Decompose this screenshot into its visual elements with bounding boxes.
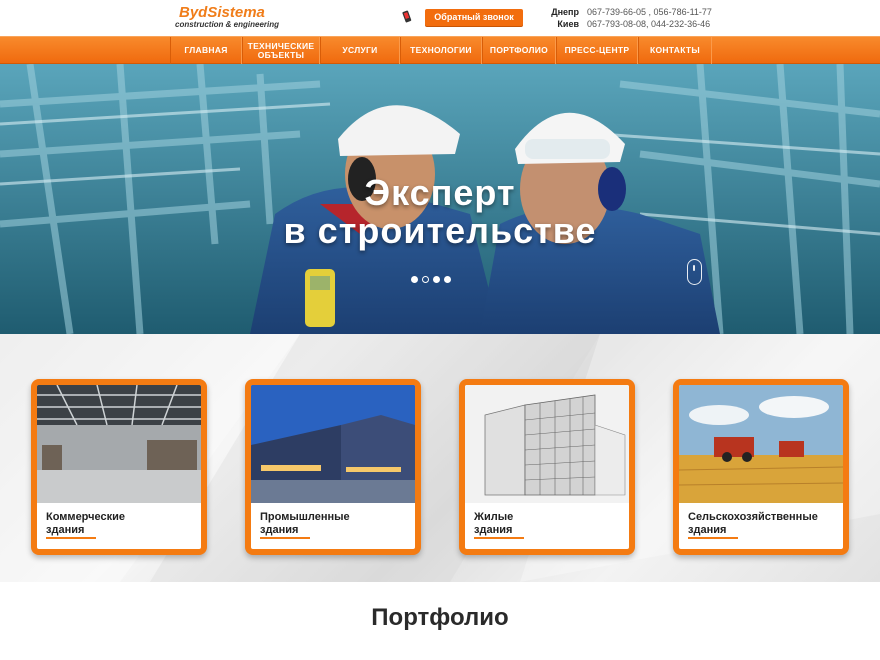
contact-row-kyiv: Киев 067-793-08-08, 044-232-36-46: [545, 18, 712, 30]
nav-item-home[interactable]: Главная: [170, 37, 242, 64]
categories-section: Коммерческие здания Промышленные здания: [0, 334, 880, 582]
slider-pagination: [411, 276, 451, 283]
callback-button[interactable]: Обратный звонок: [425, 9, 523, 26]
category-card-residential[interactable]: Жилые здания: [459, 379, 635, 555]
category-card-agricultural[interactable]: Сельскохозяйственные здания: [673, 379, 849, 555]
accent-underline: [688, 537, 738, 539]
contact-city: Днепр: [551, 7, 579, 17]
contact-phones[interactable]: 067-793-08-08, 044-232-36-46: [587, 18, 710, 30]
accent-underline: [474, 537, 524, 539]
nav-item-technologies[interactable]: Технологии: [400, 37, 482, 64]
slider-dot[interactable]: [433, 276, 440, 283]
category-label: Коммерческие здания: [46, 511, 125, 537]
logo-main-text: BydSistema: [179, 4, 265, 21]
category-label: Сельскохозяйственные здания: [688, 511, 818, 537]
phone-icon: [402, 10, 412, 23]
logo-subtitle: construction & engineering: [175, 20, 280, 29]
accent-underline: [46, 537, 96, 539]
nav-item-portfolio[interactable]: Портфолио: [482, 37, 556, 64]
category-label: Промышленные здания: [260, 511, 350, 537]
main-nav: Главная Технические объекты Услуги Техно…: [0, 36, 880, 64]
portfolio-section: Портфолио: [0, 582, 880, 660]
category-label-line1: Жилые: [474, 511, 514, 523]
contact-phones[interactable]: 067-739-66-05 , 056-786-11-77: [587, 6, 712, 18]
industrial-building-image: [251, 385, 415, 503]
hero-title-line2: в строительстве: [283, 210, 597, 251]
warehouse-image: [37, 385, 201, 503]
accent-underline: [260, 537, 310, 539]
category-label-line2: здания: [260, 524, 299, 536]
contact-row-dnipro: Днепр 067-739-66-05 , 056-786-11-77: [545, 6, 712, 18]
portfolio-heading: Портфолио: [371, 604, 509, 631]
nav-item-press-center[interactable]: Пресс-центр: [556, 37, 638, 64]
category-label: Жилые здания: [474, 511, 513, 537]
category-card-industrial[interactable]: Промышленные здания: [245, 379, 421, 555]
header: BydSistema construction & engineering Об…: [0, 0, 880, 36]
hero-slider: Эксперт в строительстве: [0, 64, 880, 334]
logo[interactable]: BydSistema construction & engineering: [175, 4, 300, 32]
category-label-line1: Коммерческие: [46, 511, 125, 523]
harvester-field-image: [679, 385, 843, 503]
nav-item-technical-objects[interactable]: Технические объекты: [242, 37, 320, 64]
nav-item-contacts[interactable]: Контакты: [638, 37, 712, 64]
category-card-commercial[interactable]: Коммерческие здания: [31, 379, 207, 555]
residential-model-image: [465, 385, 629, 503]
hero-title-line1: Эксперт: [364, 172, 516, 213]
scroll-down-mouse-icon[interactable]: [687, 259, 702, 285]
category-label-line2: здания: [688, 524, 727, 536]
nav-item-services[interactable]: Услуги: [320, 37, 400, 64]
contact-city: Киев: [557, 19, 579, 29]
slider-dot[interactable]: [411, 276, 418, 283]
contacts-block: Днепр 067-739-66-05 , 056-786-11-77 Киев…: [545, 6, 712, 30]
category-label-line1: Промышленные: [260, 511, 350, 523]
category-label-line1: Сельскохозяйственные: [688, 511, 818, 523]
category-label-line2: здания: [46, 524, 85, 536]
slider-dot-active[interactable]: [422, 276, 429, 283]
category-label-line2: здания: [474, 524, 513, 536]
slider-dot[interactable]: [444, 276, 451, 283]
